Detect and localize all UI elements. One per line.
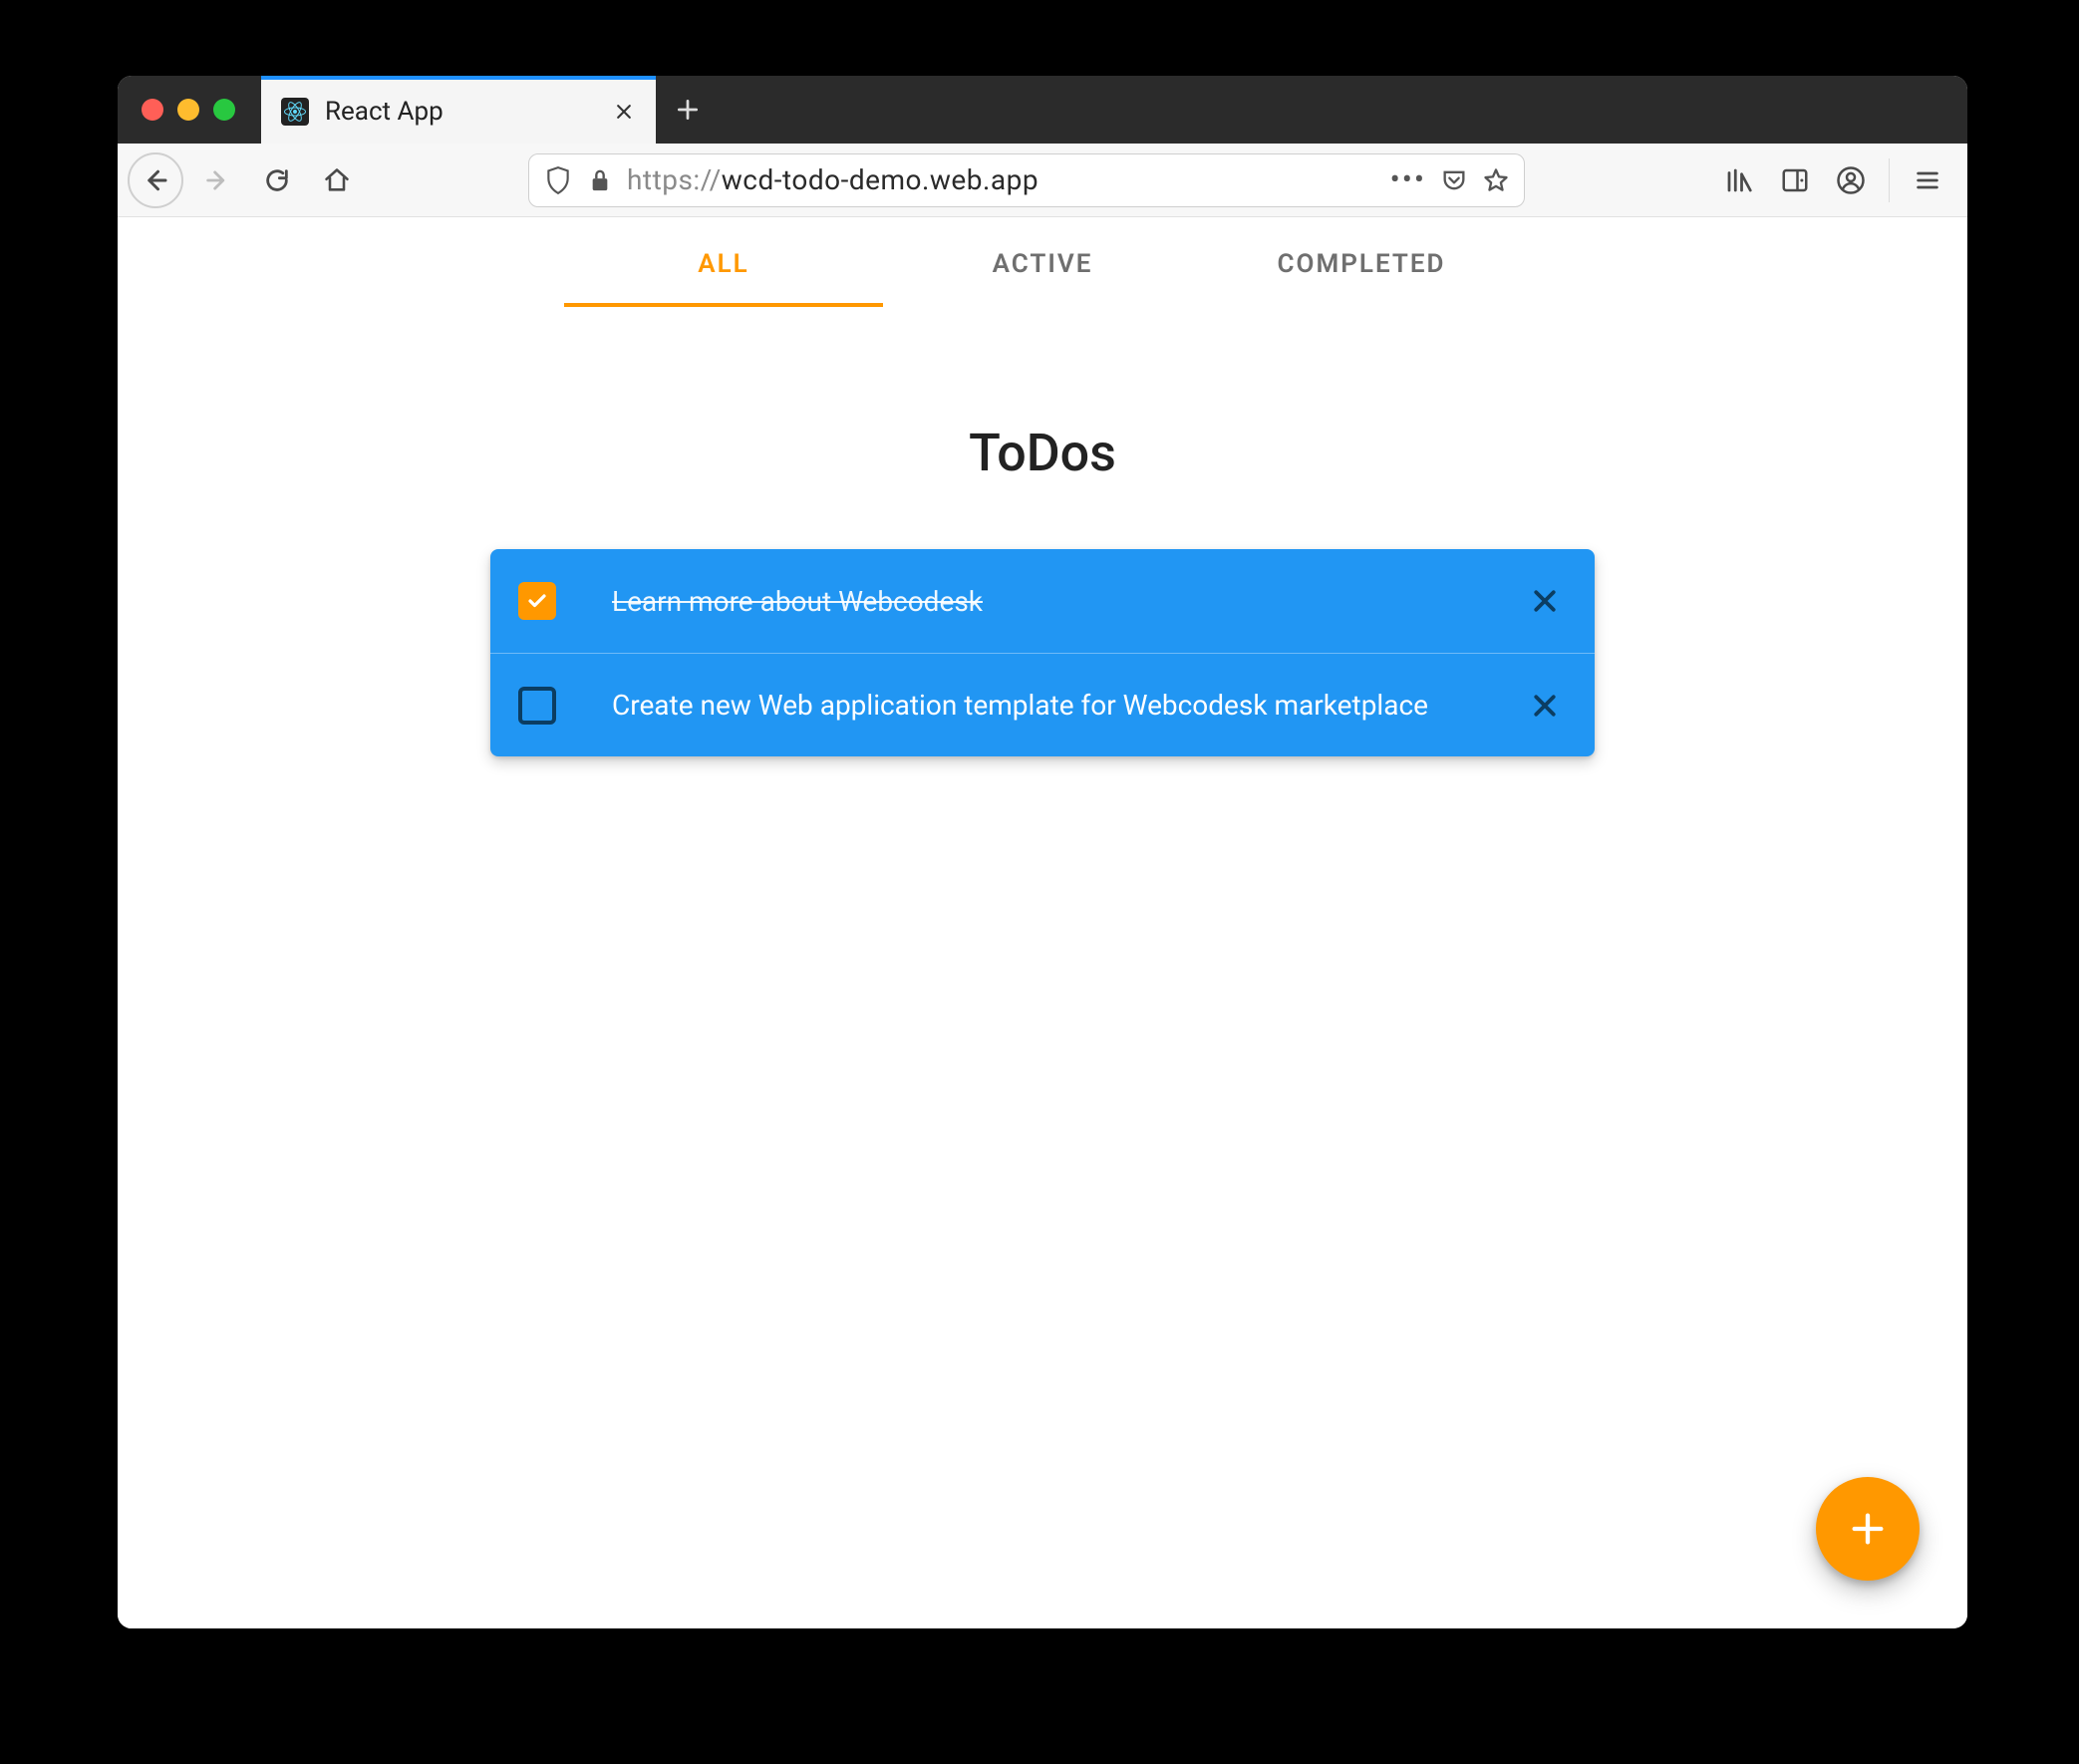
todo-checkbox[interactable] bbox=[518, 687, 556, 725]
window-maximize-button[interactable] bbox=[213, 99, 235, 121]
tab-title: React App bbox=[325, 97, 594, 127]
library-icon[interactable] bbox=[1713, 154, 1765, 206]
window-controls bbox=[118, 76, 261, 144]
reload-button[interactable] bbox=[251, 154, 303, 206]
browser-tab[interactable]: React App bbox=[261, 76, 656, 144]
add-todo-fab[interactable] bbox=[1816, 1477, 1920, 1581]
url-text: https://wcd-todo-demo.web.app bbox=[627, 163, 1376, 196]
lock-icon[interactable] bbox=[587, 167, 613, 193]
back-button[interactable] bbox=[128, 152, 183, 208]
page-content: ALL ACTIVE COMPLETED ToDos Learn more ab… bbox=[118, 217, 1967, 1628]
filter-tab-completed[interactable]: COMPLETED bbox=[1202, 227, 1521, 307]
tab-close-button[interactable] bbox=[610, 98, 638, 126]
todo-row: Create new Web application template for … bbox=[490, 653, 1595, 756]
pocket-icon[interactable] bbox=[1440, 166, 1468, 194]
react-icon bbox=[281, 98, 309, 126]
filter-tab-all[interactable]: ALL bbox=[564, 227, 883, 307]
window-close-button[interactable] bbox=[142, 99, 163, 121]
bookmark-star-icon[interactable] bbox=[1482, 166, 1510, 194]
todo-delete-button[interactable] bbox=[1525, 581, 1565, 621]
filter-tab-label: COMPLETED bbox=[1278, 249, 1446, 279]
url-host: wcd-todo-demo.web.app bbox=[722, 163, 1039, 196]
browser-toolbar: https://wcd-todo-demo.web.app ••• bbox=[118, 144, 1967, 217]
page-title: ToDos bbox=[118, 423, 1967, 483]
filter-tab-active[interactable]: ACTIVE bbox=[883, 227, 1202, 307]
window-minimize-button[interactable] bbox=[177, 99, 199, 121]
todo-delete-button[interactable] bbox=[1525, 686, 1565, 726]
toolbar-separator bbox=[1889, 158, 1890, 202]
filter-tabs: ALL ACTIVE COMPLETED bbox=[118, 217, 1967, 307]
sidebar-icon[interactable] bbox=[1769, 154, 1821, 206]
tracking-shield-icon[interactable] bbox=[543, 165, 573, 195]
todo-text[interactable]: Learn more about Webcodesk bbox=[612, 585, 1469, 618]
todo-checkbox[interactable] bbox=[518, 582, 556, 620]
toolbar-right bbox=[1713, 154, 1953, 206]
todo-row: Learn more about Webcodesk bbox=[490, 549, 1595, 653]
filter-tab-label: ALL bbox=[698, 249, 748, 279]
tab-strip: React App bbox=[118, 76, 1967, 144]
new-tab-button[interactable] bbox=[656, 76, 720, 144]
forward-button[interactable] bbox=[191, 154, 243, 206]
todo-list: Learn more about Webcodesk Create new We… bbox=[490, 549, 1595, 756]
menu-icon[interactable] bbox=[1902, 154, 1953, 206]
account-icon[interactable] bbox=[1825, 154, 1877, 206]
filter-tab-label: ACTIVE bbox=[993, 249, 1093, 279]
url-protocol: https:// bbox=[627, 163, 722, 196]
address-bar[interactable]: https://wcd-todo-demo.web.app ••• bbox=[528, 153, 1525, 207]
browser-window: React App bbox=[118, 76, 1967, 1628]
page-actions-icon[interactable]: ••• bbox=[1390, 162, 1426, 197]
todo-text[interactable]: Create new Web application template for … bbox=[612, 689, 1469, 722]
home-button[interactable] bbox=[311, 154, 363, 206]
